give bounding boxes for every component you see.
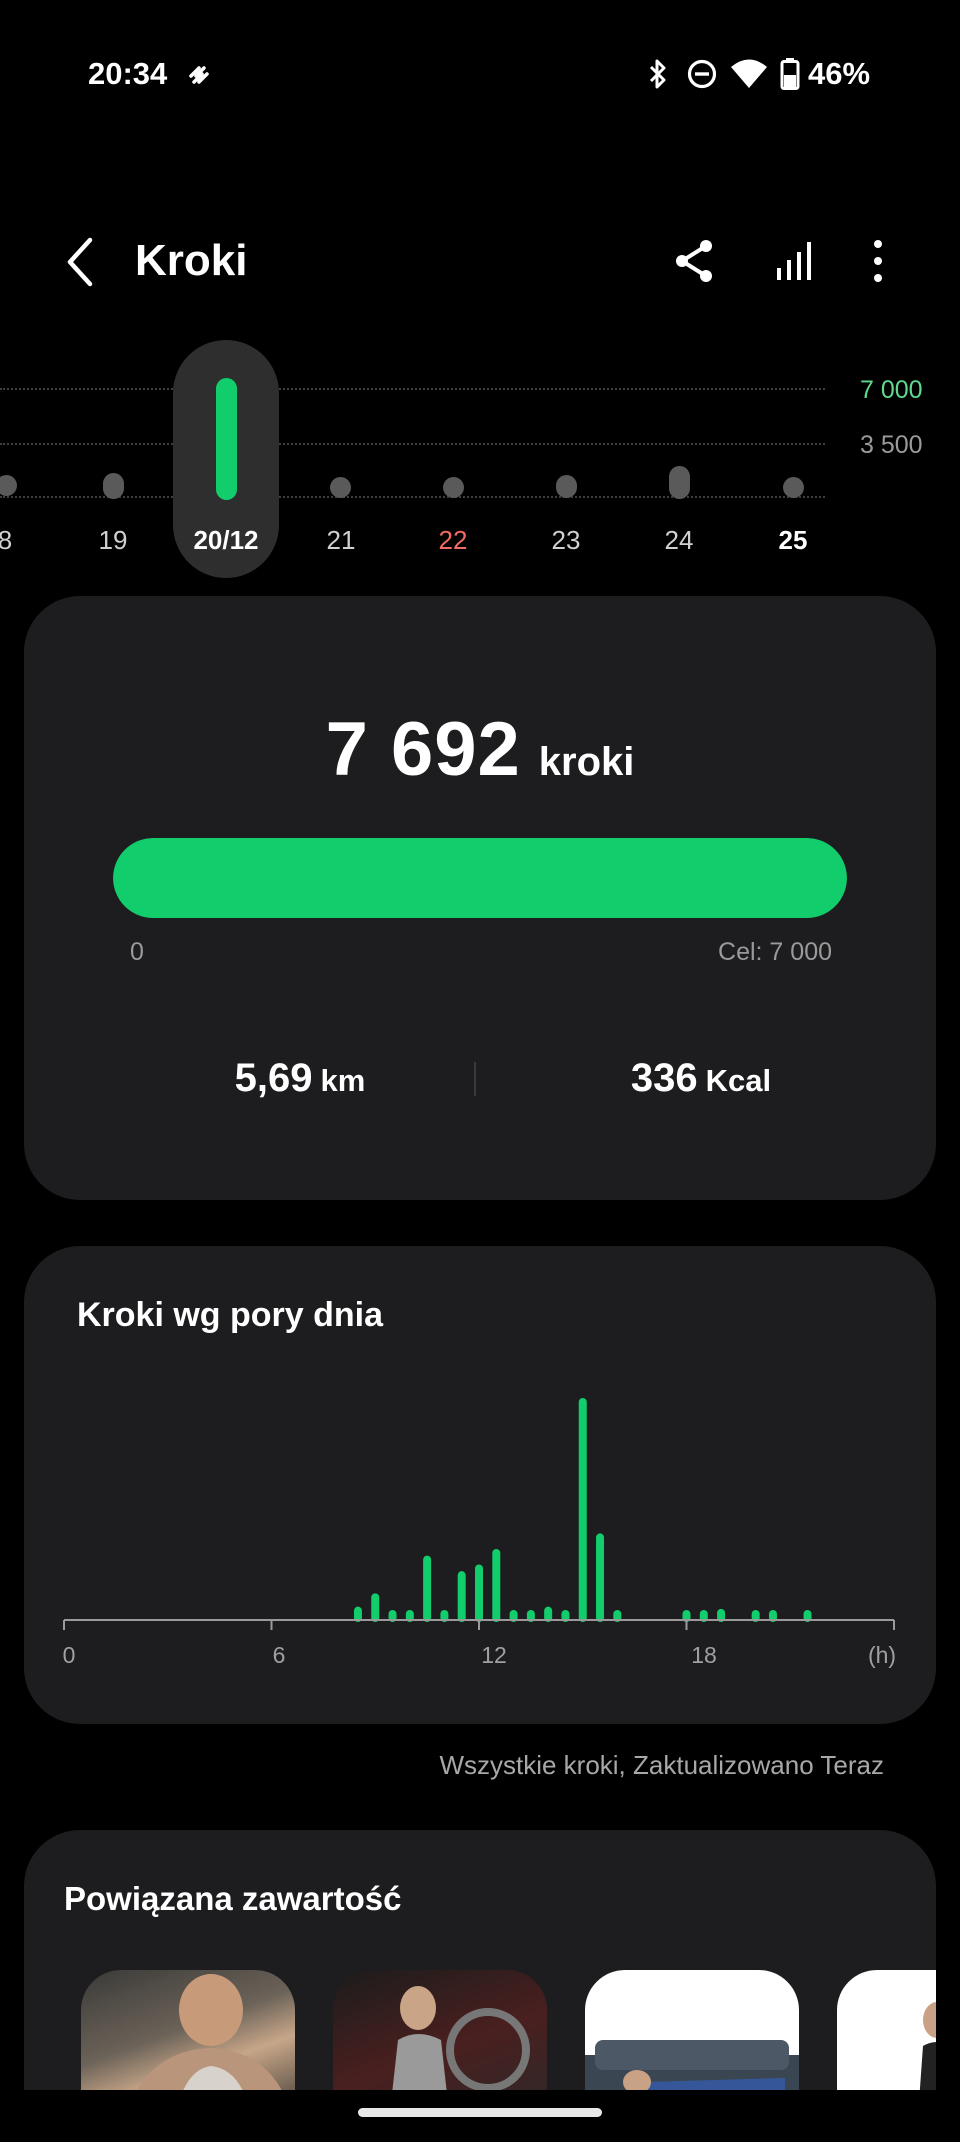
hourly-steps-card[interactable]: Kroki wg pory dnia 0 6 12 18 (h) bbox=[24, 1246, 936, 1724]
calories-metric: 336 Kcal bbox=[551, 1056, 851, 1101]
day-bar[interactable] bbox=[783, 477, 804, 498]
progress-min-label: 0 bbox=[130, 938, 144, 966]
day-label[interactable]: 21 bbox=[296, 525, 386, 556]
x-tick-label: 18 bbox=[691, 1642, 717, 1668]
share-icon[interactable] bbox=[670, 236, 720, 286]
distance-metric: 5,69 km bbox=[150, 1056, 450, 1101]
x-tick-label: 6 bbox=[273, 1642, 286, 1668]
chart-bars bbox=[353, 1398, 812, 1623]
day-label[interactable]: 23 bbox=[521, 525, 611, 556]
gesture-nav-handle[interactable] bbox=[358, 2108, 602, 2117]
related-thumbnail[interactable] bbox=[333, 1970, 547, 2090]
back-button[interactable] bbox=[60, 232, 100, 292]
day-label-selected[interactable]: 20/12 bbox=[181, 525, 271, 556]
wifi-icon bbox=[731, 59, 767, 88]
week-strip[interactable]: 7 000 3 500 8 19 20/12 21 22 23 24 25 bbox=[0, 340, 960, 580]
workout-image-icon bbox=[919, 2002, 936, 2090]
goal-label: Cel: 7 000 bbox=[718, 938, 832, 966]
day-label[interactable]: 8 bbox=[0, 525, 50, 556]
x-tick-label: 12 bbox=[481, 1642, 507, 1668]
steps-summary-card: 7 692 kroki 0 Cel: 7 000 5,69 km 336 Kcal bbox=[24, 596, 936, 1200]
goal-gridline bbox=[0, 388, 825, 390]
selected-day-bar[interactable] bbox=[216, 378, 237, 500]
steps-unit: kroki bbox=[538, 740, 635, 784]
workout-image-icon bbox=[137, 1974, 282, 2090]
workout-image-icon bbox=[585, 2040, 799, 2090]
status-time: 20:34 bbox=[88, 56, 168, 91]
hour-bar[interactable] bbox=[371, 1593, 380, 1622]
related-thumbnail[interactable] bbox=[81, 1970, 295, 2090]
workout-image-icon bbox=[392, 1986, 530, 2090]
distance-unit: km bbox=[320, 1063, 366, 1098]
bluetooth-icon bbox=[649, 59, 666, 89]
distance-value: 5,69 bbox=[234, 1056, 313, 1100]
hour-bar[interactable] bbox=[475, 1564, 483, 1623]
day-bar[interactable] bbox=[330, 477, 351, 498]
goal-progress-fill bbox=[113, 838, 847, 918]
trends-icon[interactable] bbox=[770, 236, 820, 286]
hour-bar[interactable] bbox=[457, 1571, 466, 1622]
page-title: Kroki bbox=[135, 236, 248, 285]
day-bar[interactable] bbox=[103, 473, 124, 499]
day-bar[interactable] bbox=[0, 475, 17, 496]
day-bar[interactable] bbox=[669, 466, 690, 499]
related-thumbnail[interactable] bbox=[585, 1970, 799, 2090]
goal-ref-label: 7 000 bbox=[860, 376, 923, 404]
related-title: Powiązana zawartość bbox=[64, 1880, 402, 1917]
metric-divider bbox=[474, 1062, 476, 1096]
x-unit-label: (h) bbox=[868, 1642, 896, 1668]
calories-unit: Kcal bbox=[705, 1063, 772, 1098]
goal-progress-bar bbox=[113, 838, 847, 918]
hourly-steps-chart[interactable]: 0 6 12 18 (h) bbox=[24, 1246, 936, 1724]
steps-total: 7 692 kroki bbox=[24, 706, 936, 793]
day-label-today[interactable]: 25 bbox=[748, 525, 838, 556]
calories-value: 336 bbox=[630, 1056, 698, 1100]
more-icon[interactable] bbox=[853, 236, 903, 286]
hour-bar[interactable] bbox=[423, 1555, 432, 1622]
day-bar[interactable] bbox=[556, 475, 577, 498]
dnd-icon bbox=[687, 59, 717, 89]
x-tick-label: 0 bbox=[63, 1642, 76, 1668]
half-ref-label: 3 500 bbox=[860, 431, 923, 459]
battery-percentage: 46% bbox=[808, 56, 871, 91]
related-thumbnail[interactable] bbox=[837, 1970, 936, 2090]
half-goal-gridline bbox=[0, 443, 825, 445]
steps-count: 7 692 bbox=[325, 707, 521, 792]
update-footnote: Wszystkie kroki, Zaktualizowano Teraz bbox=[439, 1750, 884, 1780]
status-bar: 20:34 46% bbox=[0, 0, 960, 150]
hour-bar[interactable] bbox=[578, 1398, 587, 1622]
x-ticks bbox=[63, 1620, 895, 1630]
day-label[interactable]: 22 bbox=[408, 525, 498, 556]
battery-icon bbox=[780, 58, 800, 90]
day-bar[interactable] bbox=[443, 477, 464, 498]
hour-bar[interactable] bbox=[492, 1548, 501, 1622]
tide-icon bbox=[189, 66, 209, 84]
day-label[interactable]: 24 bbox=[634, 525, 724, 556]
hour-bar[interactable] bbox=[596, 1533, 605, 1622]
baseline-gridline bbox=[0, 496, 825, 498]
day-label[interactable]: 19 bbox=[68, 525, 158, 556]
related-content-card: Powiązana zawartość bbox=[24, 1830, 936, 2090]
